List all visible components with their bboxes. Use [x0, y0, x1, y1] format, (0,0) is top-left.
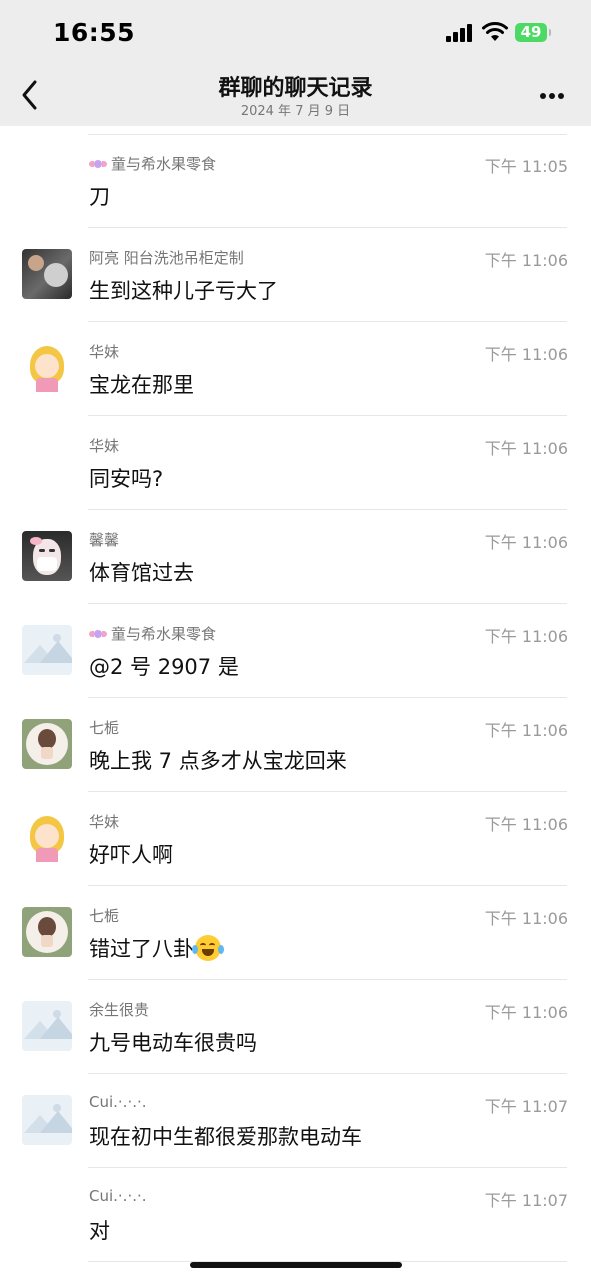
avatar[interactable] — [22, 719, 72, 769]
home-indicator[interactable] — [190, 1262, 402, 1268]
avatar[interactable] — [22, 1001, 72, 1051]
message-text: @2 号 2907 是 — [89, 655, 239, 679]
sender-name-text: 童与希水果零食 — [111, 625, 217, 643]
message-time: 下午 11:06 — [484, 721, 568, 740]
sender-name: 华妹 — [89, 813, 120, 831]
avatar[interactable] — [22, 531, 72, 581]
status-bar: 16:55 49 — [0, 0, 591, 64]
message-row: 七栀 下午 11:06 错过了八卦 — [0, 886, 591, 980]
nav-bar: 群聊的聊天记录 2024 年 7 月 9 日 — [0, 64, 591, 126]
message-text: 现在初中生都很爱那款电动车 — [89, 1125, 362, 1149]
message-time: 下午 11:06 — [484, 627, 568, 646]
message-text: 生到这种儿子亏大了 — [89, 279, 278, 303]
wifi-icon — [482, 22, 508, 41]
laughing-crying-emoji-icon — [192, 935, 224, 961]
sender-name: 华妹 — [89, 343, 120, 361]
message-time: 下午 11:06 — [484, 345, 568, 364]
message-time: 下午 11:06 — [484, 1003, 568, 1022]
message-row: 七栀 下午 11:06 晚上我 7 点多才从宝龙回来 — [0, 698, 591, 792]
message-text: 九号电动车很贵吗 — [89, 1031, 257, 1055]
message-time: 下午 11:06 — [484, 815, 568, 834]
avatar[interactable] — [22, 813, 72, 863]
message-row: 余生很贵 下午 11:06 九号电动车很贵吗 — [0, 980, 591, 1074]
message-text: 好吓人啊 — [89, 843, 173, 867]
avatar[interactable] — [22, 1095, 72, 1145]
candy-icon — [89, 158, 107, 170]
message-text: 晚上我 7 点多才从宝龙回来 — [89, 749, 347, 773]
message-time: 下午 11:05 — [484, 157, 568, 176]
message-text: 宝龙在那里 — [89, 373, 194, 397]
message-row: Cui.·.·.·. 下午 11:07 现在初中生都很爱那款电动车 — [0, 1074, 591, 1168]
message-time: 下午 11:07 — [484, 1191, 568, 1210]
message-row: 馨馨 下午 11:06 体育馆过去 — [0, 510, 591, 604]
message-row: 童与希水果零食 下午 11:05 刀 — [0, 134, 591, 228]
chat-history-list[interactable]: 童与希水果零食 下午 11:05 刀 阿亮 阳台洗池吊柜定制 下午 11:06 … — [0, 134, 591, 1262]
message-row: 阿亮 阳台洗池吊柜定制 下午 11:06 生到这种儿子亏大了 — [0, 228, 591, 322]
message-text: 对 — [89, 1219, 110, 1243]
candy-icon — [89, 628, 107, 640]
sender-name: 余生很贵 — [89, 1001, 150, 1019]
message-text-content: 错过了八卦 — [89, 937, 194, 961]
message-row: 华妹 下午 11:06 同安吗? — [0, 416, 591, 510]
cellular-signal-icon — [446, 24, 474, 42]
page-subtitle-date: 2024 年 7 月 9 日 — [240, 104, 351, 119]
avatar[interactable] — [22, 343, 72, 393]
battery-icon: 49 — [515, 23, 551, 42]
message-row: 童与希水果零食 下午 11:06 @2 号 2907 是 — [0, 604, 591, 698]
message-row: 华妹 下午 11:06 宝龙在那里 — [0, 322, 591, 416]
sender-name: Cui.·.·.·. — [89, 1187, 147, 1205]
message-text: 错过了八卦 — [89, 933, 224, 963]
message-text: 同安吗? — [89, 467, 164, 491]
message-time: 下午 11:06 — [484, 533, 568, 552]
message-text: 体育馆过去 — [89, 561, 194, 585]
sender-name: 七栀 — [89, 907, 120, 925]
sender-name-text: 童与希水果零食 — [111, 155, 217, 173]
sender-name: 馨馨 — [89, 531, 120, 549]
message-text: 刀 — [89, 185, 110, 209]
avatar[interactable] — [22, 625, 72, 675]
sender-name: 阿亮 阳台洗池吊柜定制 — [89, 249, 244, 267]
more-options-icon[interactable] — [537, 93, 567, 101]
sender-name: Cui.·.·.·. — [89, 1093, 147, 1111]
sender-name: 童与希水果零食 — [89, 623, 216, 644]
message-row: 华妹 下午 11:06 好吓人啊 — [0, 792, 591, 886]
sender-name: 七栀 — [89, 719, 120, 737]
page-title: 群聊的聊天记录 — [218, 76, 373, 101]
message-time: 下午 11:06 — [484, 251, 568, 270]
status-time: 16:55 — [53, 18, 136, 47]
message-time: 下午 11:06 — [484, 439, 568, 458]
message-time: 下午 11:07 — [484, 1097, 568, 1116]
avatar[interactable] — [22, 907, 72, 957]
sender-name: 华妹 — [89, 437, 120, 455]
sender-name: 童与希水果零食 — [89, 153, 216, 174]
message-row: Cui.·.·.·. 下午 11:07 对 — [0, 1168, 591, 1262]
avatar[interactable] — [22, 249, 72, 299]
message-time: 下午 11:06 — [484, 909, 568, 928]
